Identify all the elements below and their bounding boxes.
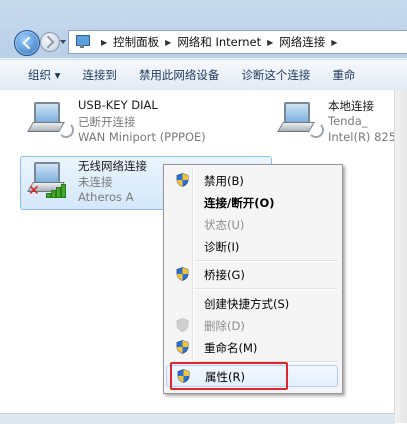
status-bar — [0, 413, 395, 424]
back-button[interactable] — [14, 30, 40, 56]
disconnected-x-icon: ✕ — [28, 183, 40, 199]
breadcrumb-control-panel[interactable]: 控制面板 — [113, 34, 159, 50]
command-bar: 组织 ▾ 连接到 禁用此网络设备 诊断这个连接 重命 — [0, 59, 407, 91]
menu-item-delete[interactable]: 删除(D) — [166, 314, 338, 336]
uac-shield-icon — [176, 340, 189, 354]
menu-item-label: 重命名(M) — [204, 341, 258, 355]
rename-button[interactable]: 重命 — [332, 67, 355, 83]
chevron-right-icon[interactable]: ▶ — [267, 38, 273, 47]
wired-network-icon — [26, 98, 74, 138]
connection-local[interactable]: 本地连接 Tenda_ Intel(R) 825 — [276, 98, 396, 146]
context-menu: 禁用(B) 连接/断开(O) 状态(U) 诊断(I) 桥接(G) 创建快捷方式(… — [163, 164, 343, 394]
vertical-scrollbar[interactable] — [394, 90, 407, 423]
chevron-right-icon[interactable]: ▶ — [165, 38, 171, 47]
connection-device: WAN Miniport (PPPOE) — [78, 130, 206, 144]
menu-item-label: 连接/断开(O) — [204, 196, 275, 210]
uac-shield-icon — [176, 318, 189, 332]
menu-item-create-shortcut[interactable]: 创建快捷方式(S) — [166, 292, 338, 314]
address-bar[interactable]: ▶ 控制面板 ▶ 网络和 Internet ▶ 网络连接 ▶ — [68, 30, 407, 54]
menu-item-status[interactable]: 状态(U) — [166, 213, 338, 235]
annotation-highlight-box — [170, 362, 288, 390]
control-panel-icon — [75, 34, 91, 50]
menu-item-label: 状态(U) — [204, 218, 245, 232]
menu-item-disable[interactable]: 禁用(B) — [166, 169, 338, 191]
uac-shield-icon — [176, 267, 189, 281]
connection-usb-key-dial[interactable]: USB-KEY DIAL 已断开连接 WAN Miniport (PPPOE) — [26, 98, 266, 146]
chevron-right-icon[interactable]: ▶ — [101, 38, 107, 47]
menu-item-label: 禁用(B) — [204, 174, 244, 188]
breadcrumb-network-internet[interactable]: 网络和 Internet — [177, 34, 261, 50]
connection-device: Intel(R) 825 — [328, 130, 397, 144]
disable-device-button[interactable]: 禁用此网络设备 — [139, 67, 220, 83]
connection-status: 已断开连接 — [78, 115, 136, 129]
connection-name: USB-KEY DIAL — [78, 98, 158, 112]
menu-separator — [194, 260, 338, 262]
menu-separator — [194, 288, 338, 290]
recent-pages-chevron-down-icon[interactable] — [60, 40, 66, 44]
chevron-right-icon[interactable]: ▶ — [331, 38, 337, 47]
organize-menu[interactable]: 组织 ▾ — [28, 67, 60, 83]
connection-status: 未连接 — [78, 175, 113, 189]
connect-to-button[interactable]: 连接到 — [82, 67, 117, 83]
menu-item-label: 删除(D) — [204, 319, 245, 333]
connection-name: 本地连接 — [328, 99, 374, 113]
connection-device: Atheros A — [78, 190, 134, 204]
menu-item-label: 创建快捷方式(S) — [204, 297, 290, 311]
explorer-window: ▶ 控制面板 ▶ 网络和 Internet ▶ 网络连接 ▶ 组织 ▾ 连接到 … — [0, 0, 407, 424]
wireless-network-icon: ✕ — [26, 158, 70, 198]
menu-item-label: 诊断(I) — [204, 240, 240, 254]
forward-button[interactable] — [40, 32, 60, 52]
diagnose-button[interactable]: 诊断这个连接 — [241, 67, 310, 83]
menu-item-label: 桥接(G) — [204, 268, 245, 282]
connection-name: 无线网络连接 — [78, 159, 147, 173]
menu-item-bridge[interactable]: 桥接(G) — [166, 263, 338, 285]
menu-item-diagnose[interactable]: 诊断(I) — [166, 235, 338, 257]
menu-item-rename[interactable]: 重命名(M) — [166, 336, 338, 358]
menu-item-connect-disconnect[interactable]: 连接/断开(O) — [166, 191, 338, 213]
breadcrumb-network-connections[interactable]: 网络连接 — [279, 34, 325, 50]
wired-network-icon — [276, 98, 324, 138]
navigation-bar: ▶ 控制面板 ▶ 网络和 Internet ▶ 网络连接 ▶ — [0, 0, 407, 58]
connection-status: Tenda_ — [328, 114, 368, 128]
uac-shield-icon — [176, 173, 189, 187]
